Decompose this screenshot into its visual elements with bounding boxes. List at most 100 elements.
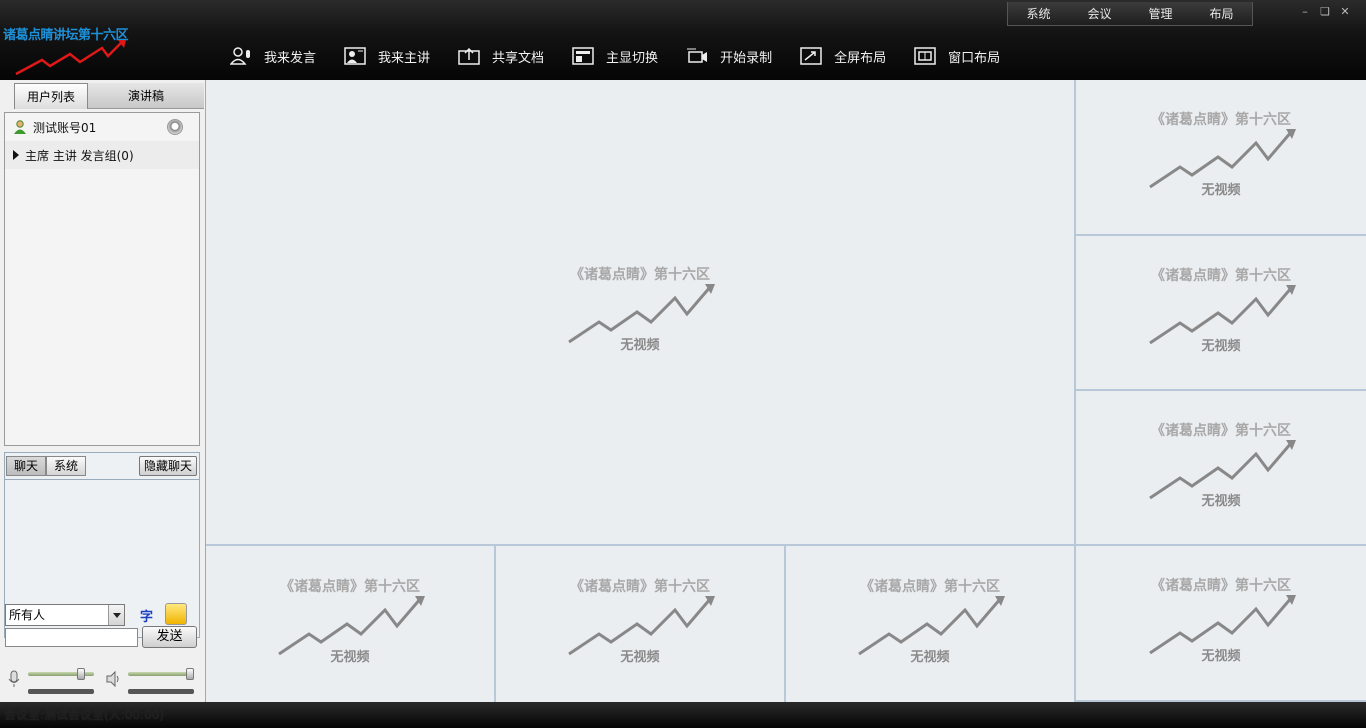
group-label: 主席 主讲 发言组(0) bbox=[25, 148, 134, 163]
menu-manage[interactable]: 管理 bbox=[1130, 2, 1191, 25]
presenter-icon bbox=[344, 47, 366, 65]
tab-system[interactable]: 系统 bbox=[46, 456, 87, 476]
watermark: 《诸葛点睛》第十六区 无视频 bbox=[1136, 420, 1306, 510]
camera-icon[interactable] bbox=[167, 119, 183, 135]
video-cell-main[interactable]: 《诸葛点睛》第十六区 无视频 bbox=[206, 80, 1074, 544]
hide-chat-button[interactable]: 隐藏聊天 bbox=[138, 456, 197, 476]
left-panel: 用户列表 演讲稿 测试账号01 主席 主讲 发言组(0) 聊天 系统 隐藏聊天 … bbox=[0, 80, 206, 702]
switch-display-icon bbox=[572, 47, 594, 65]
user-row[interactable]: 测试账号01 bbox=[5, 113, 199, 141]
share-doc-label: 共享文档 bbox=[492, 50, 545, 66]
user-avatar-icon bbox=[14, 120, 26, 134]
watermark-title: 《诸葛点睛》第十六区 bbox=[280, 579, 420, 595]
minimize-icon[interactable]: – bbox=[1298, 6, 1312, 18]
video-cell-bottom-2[interactable]: 《诸葛点睛》第十六区 无视频 bbox=[496, 546, 784, 702]
watermark-title: 《诸葛点睛》第十六区 bbox=[1151, 422, 1291, 439]
watermark-title: 《诸葛点睛》第十六区 bbox=[860, 579, 1000, 595]
tab-user-list[interactable]: 用户列表 bbox=[14, 83, 88, 109]
microphone-icon[interactable] bbox=[6, 670, 22, 688]
record-icon bbox=[687, 48, 708, 63]
mic-level-meter bbox=[28, 689, 94, 694]
watermark-title: 《诸葛点睛》第十六区 bbox=[1151, 578, 1291, 594]
speak-icon bbox=[230, 47, 250, 65]
no-video-label: 无视频 bbox=[620, 338, 660, 353]
user-name: 测试账号01 bbox=[33, 120, 97, 135]
close-icon[interactable]: ✕ bbox=[1338, 6, 1352, 18]
logo: 诸葛点睛讲坛第十六区 bbox=[0, 22, 150, 77]
mic-volume-knob[interactable] bbox=[77, 668, 86, 680]
window-layout-label: 窗口布局 bbox=[948, 50, 1001, 66]
watermark-title: 《诸葛点睛》第十六区 bbox=[570, 267, 710, 283]
chat-divider bbox=[5, 479, 199, 480]
fullscreen-icon bbox=[800, 47, 822, 65]
watermark: 《诸葛点睛》第十六区 无视频 bbox=[1136, 265, 1306, 355]
watermark: 《诸葛点睛》第十六区 无视频 bbox=[555, 264, 725, 354]
watermark-title: 《诸葛点睛》第十六区 bbox=[570, 579, 710, 595]
record-label: 开始录制 bbox=[720, 50, 773, 66]
video-cell-right-1[interactable]: 《诸葛点睛》第十六区 无视频 bbox=[1076, 80, 1366, 234]
video-cell-bottom-4[interactable]: 《诸葛点睛》第十六区 无视频 bbox=[1076, 546, 1366, 700]
speaker-volume-knob[interactable] bbox=[186, 668, 194, 680]
window-layout-button[interactable]: 窗口布局 bbox=[914, 44, 1000, 68]
emoji-icon[interactable] bbox=[165, 603, 187, 625]
no-video-label: 无视频 bbox=[1201, 338, 1241, 354]
system-menu-bar: 系统 会议 管理 布局 bbox=[1007, 2, 1253, 26]
top-bar: 诸葛点睛讲坛第十六区 系统 会议 管理 布局 – ❏ ✕ 我来发言 我来主讲 共… bbox=[0, 0, 1366, 80]
window-controls: – ❏ ✕ bbox=[1298, 6, 1352, 18]
fullscreen-layout-button[interactable]: 全屏布局 bbox=[800, 44, 886, 68]
watermark: 《诸葛点睛》第十六区 无视频 bbox=[555, 576, 725, 666]
share-doc-button[interactable]: 共享文档 bbox=[458, 44, 544, 68]
no-video-label: 无视频 bbox=[1201, 649, 1241, 664]
switch-display-label: 主显切换 bbox=[606, 50, 659, 66]
video-cell-right-2[interactable]: 《诸葛点睛》第十六区 无视频 bbox=[1076, 236, 1366, 389]
status-bar: 会议室:测试会议室(人:00:00) bbox=[0, 702, 1366, 728]
record-button[interactable]: 开始录制 bbox=[686, 44, 772, 68]
chat-tabs: 聊天 系统 bbox=[6, 456, 87, 476]
tab-chat[interactable]: 聊天 bbox=[6, 456, 47, 476]
menu-system[interactable]: 系统 bbox=[1008, 2, 1069, 25]
no-video-label: 无视频 bbox=[330, 650, 370, 665]
watermark: 《诸葛点睛》第十六区 无视频 bbox=[1136, 575, 1306, 665]
tab-speech-script[interactable]: 演讲稿 bbox=[88, 83, 204, 109]
speak-button[interactable]: 我来发言 bbox=[230, 44, 316, 68]
app-window: 诸葛点睛讲坛第十六区 系统 会议 管理 布局 – ❏ ✕ 我来发言 我来主讲 共… bbox=[0, 0, 1366, 728]
speaker-icon[interactable] bbox=[105, 670, 121, 688]
no-video-label: 无视频 bbox=[1201, 183, 1241, 198]
no-video-label: 无视频 bbox=[910, 650, 950, 665]
main-toolbar: 我来发言 我来主讲 共享文档 主显切换 开始录制 全屏布局 窗口布局 bbox=[230, 44, 1028, 68]
user-list: 测试账号01 主席 主讲 发言组(0) bbox=[4, 112, 200, 446]
menu-meeting[interactable]: 会议 bbox=[1069, 2, 1130, 25]
restore-icon[interactable]: ❏ bbox=[1318, 6, 1332, 18]
recipient-value: 所有人 bbox=[9, 608, 46, 622]
video-cell-bottom-1[interactable]: 《诸葛点睛》第十六区 无视频 bbox=[206, 546, 494, 702]
send-button[interactable]: 发送 bbox=[142, 626, 197, 648]
watermark-title: 《诸葛点睛》第十六区 bbox=[1151, 112, 1291, 128]
group-row[interactable]: 主席 主讲 发言组(0) bbox=[5, 141, 199, 169]
watermark: 《诸葛点睛》第十六区 无视频 bbox=[845, 576, 1015, 666]
status-text: 会议室:测试会议室(人:00:00) bbox=[4, 708, 165, 722]
expand-triangle-icon[interactable] bbox=[13, 150, 19, 160]
watermark-title: 《诸葛点睛》第十六区 bbox=[1151, 267, 1291, 284]
fullscreen-layout-label: 全屏布局 bbox=[834, 50, 887, 66]
logo-arrow-icon bbox=[15, 40, 126, 76]
speaker-volume-track[interactable] bbox=[128, 672, 194, 676]
font-button[interactable]: 字 bbox=[140, 606, 153, 625]
video-cell-bottom-3[interactable]: 《诸葛点睛》第十六区 无视频 bbox=[786, 546, 1074, 702]
left-tabs: 用户列表 演讲稿 bbox=[2, 83, 204, 110]
switch-display-button[interactable]: 主显切换 bbox=[572, 44, 658, 68]
recipient-select[interactable]: 所有人 bbox=[5, 604, 125, 626]
watermark: 《诸葛点睛》第十六区 无视频 bbox=[265, 576, 435, 666]
menu-layout[interactable]: 布局 bbox=[1191, 2, 1252, 25]
speaker-level-meter bbox=[128, 689, 194, 694]
video-cell-right-3[interactable]: 《诸葛点睛》第十六区 无视频 bbox=[1076, 391, 1366, 544]
message-input[interactable] bbox=[5, 628, 138, 647]
window-layout-icon bbox=[914, 47, 936, 65]
chevron-down-icon[interactable] bbox=[108, 605, 124, 625]
presenter-button[interactable]: 我来主讲 bbox=[344, 44, 430, 68]
share-doc-icon bbox=[458, 47, 480, 65]
video-area: 《诸葛点睛》第十六区 无视频 《诸葛点睛》第十六区 无视频 《诸葛点睛》第十六区… bbox=[206, 80, 1366, 702]
audio-controls bbox=[0, 660, 206, 702]
no-video-label: 无视频 bbox=[620, 650, 660, 665]
watermark: 《诸葛点睛》第十六区 无视频 bbox=[1136, 109, 1306, 199]
no-video-label: 无视频 bbox=[1201, 493, 1241, 509]
